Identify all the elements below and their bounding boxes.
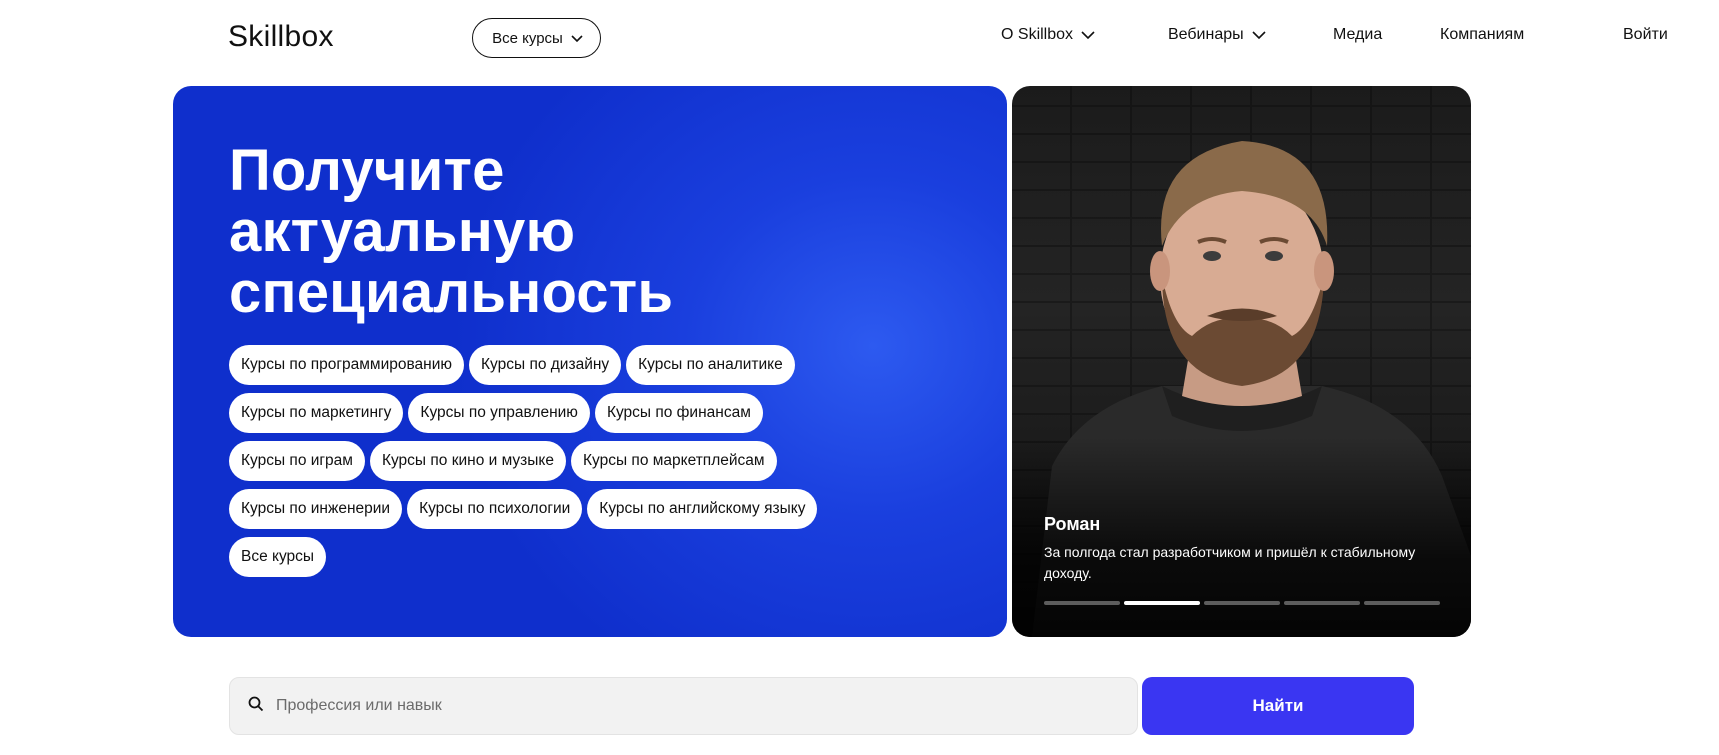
story-progress-segment[interactable] — [1204, 601, 1280, 605]
chevron-down-icon — [571, 33, 583, 43]
login-label: Войти — [1623, 26, 1668, 43]
chip-engineering[interactable]: Курсы по инженерии — [229, 489, 403, 529]
story-gradient-overlay — [1012, 437, 1471, 637]
search-input[interactable] — [276, 697, 1076, 715]
chip-management[interactable]: Курсы по управлению — [408, 393, 590, 433]
all-courses-label: Все курсы — [492, 29, 563, 47]
search-icon — [248, 696, 264, 717]
nav-webinars[interactable]: Вебинары — [1168, 26, 1266, 44]
chevron-down-icon — [1252, 30, 1266, 40]
chip-psychology[interactable]: Курсы по психологии — [407, 489, 583, 529]
chip-finance[interactable]: Курсы по финансам — [594, 393, 763, 433]
skillbox-logo[interactable]: Skillbox — [228, 20, 334, 54]
chip-analytics[interactable]: Курсы по аналитике — [626, 345, 795, 385]
story-description: За полгода стал разработчиком и пришёл к… — [1044, 544, 1416, 581]
hero-title-line: специальность — [229, 260, 674, 325]
chip-film-music[interactable]: Курсы по кино и музыке — [369, 441, 566, 481]
nav-companies-label: Компаниям — [1440, 26, 1525, 43]
hero-title: Получите актуальную специальность — [229, 140, 673, 323]
chip-marketing[interactable]: Курсы по маркетингу — [229, 393, 404, 433]
nav-media-label: Медиа — [1333, 26, 1383, 43]
chevron-down-icon — [1081, 30, 1095, 40]
login-link[interactable]: Войти — [1623, 26, 1668, 44]
chip-design[interactable]: Курсы по дизайну — [469, 345, 622, 385]
nav-about-skillbox[interactable]: О Skillbox — [1001, 26, 1095, 44]
chip-english[interactable]: Курсы по английскому языку — [587, 489, 818, 529]
story-progress-indicator — [1044, 601, 1440, 605]
hero-title-line: Получите — [229, 138, 505, 203]
student-story-card[interactable]: Роман За полгода стал разработчиком и пр… — [1012, 86, 1471, 637]
chip-all-courses[interactable]: Все курсы — [229, 537, 327, 577]
story-progress-segment[interactable] — [1044, 601, 1120, 605]
story-student-name: Роман — [1044, 514, 1101, 534]
all-courses-dropdown-button[interactable]: Все курсы — [472, 18, 601, 58]
nav-webinars-label: Вебинары — [1168, 26, 1244, 43]
chip-games[interactable]: Курсы по играм — [229, 441, 365, 481]
search-submit-button[interactable]: Найти — [1142, 677, 1414, 735]
nav-about-label: О Skillbox — [1001, 26, 1074, 43]
chip-programming[interactable]: Курсы по программированию — [229, 345, 465, 385]
nav-companies[interactable]: Компаниям — [1440, 26, 1524, 44]
hero-banner: Получите актуальную специальность Курсы … — [173, 86, 1007, 637]
story-progress-segment[interactable] — [1284, 601, 1360, 605]
hero-title-line: актуальную — [229, 199, 576, 264]
chip-marketplaces[interactable]: Курсы по маркетплейсам — [571, 441, 777, 481]
story-progress-segment-active[interactable] — [1124, 601, 1200, 605]
nav-media[interactable]: Медиа — [1333, 26, 1382, 44]
search-bar — [229, 677, 1138, 735]
story-progress-segment[interactable] — [1364, 601, 1440, 605]
course-category-chips: Курсы по программированию Курсы по дизай… — [229, 345, 849, 577]
